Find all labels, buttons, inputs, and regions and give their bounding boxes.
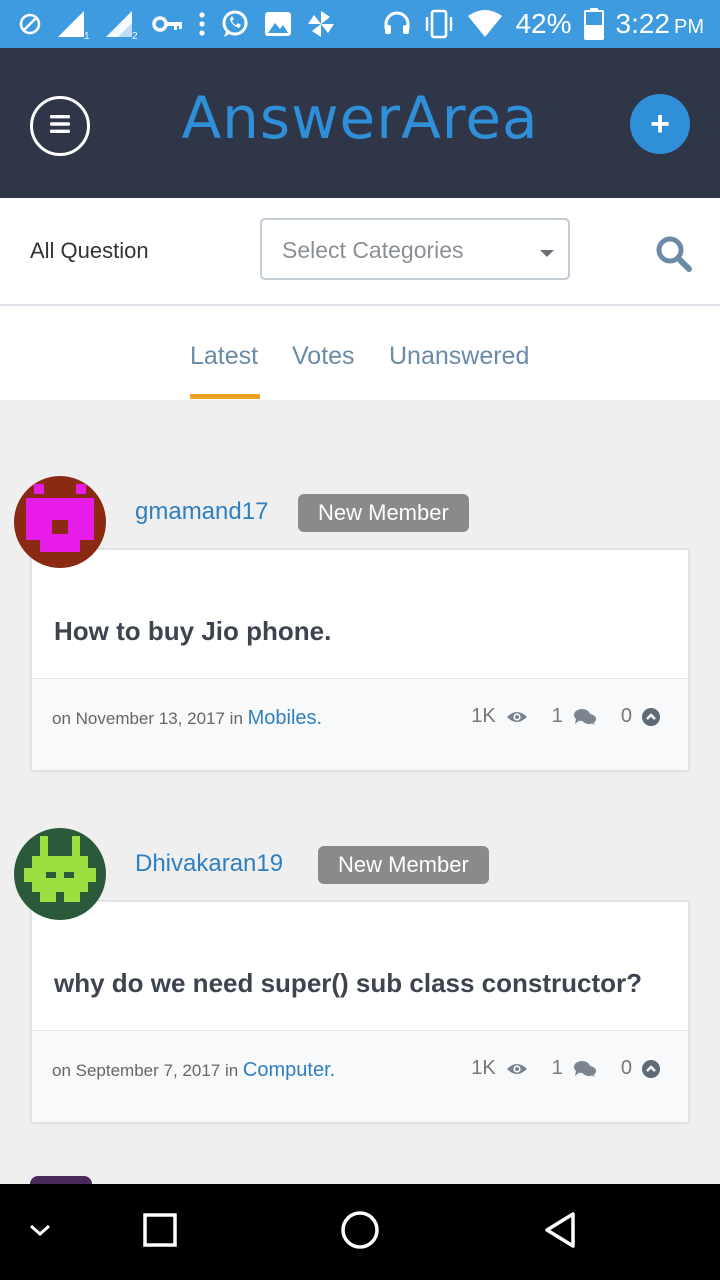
question-title[interactable]: why do we need super() sub class constru… [54,968,642,999]
avatar[interactable] [14,828,106,920]
battery-icon [583,8,604,40]
eye-icon [506,710,528,724]
search-button[interactable] [654,234,694,274]
answers-stat: 1 [552,1057,597,1080]
vibrate-icon [423,8,455,40]
question-meta: on September 7, 2017 in Computer. [52,1059,335,1082]
clock: 3:22 PM [616,8,705,40]
filter-bar: All Question Select Categories [0,198,720,306]
views-count: 1K [471,705,496,727]
whatsapp-icon [220,8,250,40]
blocked-icon [18,8,42,40]
signal-icon: 1 [56,8,90,40]
signal-icon: 2 [104,8,138,40]
views-stat: 1K [471,1057,527,1080]
all-question-label: All Question [30,238,149,263]
key-icon [152,8,184,40]
headset-icon [383,8,411,40]
member-badge: New Member [318,846,489,884]
caret-down-icon [540,250,554,257]
plus-icon: + [650,104,670,143]
avatar[interactable] [14,476,106,568]
views-count: 1K [471,1057,496,1079]
category-select-placeholder: Select Categories [282,237,464,263]
question-meta: on November 13, 2017 in Mobiles. [52,707,322,730]
app-logo[interactable]: AnswerArea [0,84,720,152]
pinwheel-icon [306,8,336,40]
answers-stat: 1 [552,705,597,728]
chevron-up-circle-icon[interactable] [642,1059,660,1078]
chevron-up-circle-icon[interactable] [642,707,660,726]
square-icon [143,1212,177,1252]
question-footer: on November 13, 2017 in Mobiles. 1K 1 0 [32,678,688,770]
tab-latest[interactable]: Latest [190,342,258,371]
answers-count: 1 [551,705,563,727]
system-nav-bar [0,1184,720,1280]
status-bar-left: 1 2 [18,8,336,40]
question-card[interactable]: why do we need super() sub class constru… [30,900,690,1122]
question-stats: 1K 1 0 [457,705,660,728]
member-badge: New Member [298,494,469,532]
votes-count: 0 [620,705,632,727]
battery-percent: 42% [515,8,572,39]
sort-tabs: Latest Votes Unanswered [0,306,720,400]
circle-icon [340,1210,380,1255]
views-stat: 1K [471,705,527,728]
more-vert-icon [198,8,206,40]
question-category[interactable]: Mobiles. [248,707,322,729]
question-date: on September 7, 2017 in [52,1061,239,1080]
votes-stat: 0 [621,705,660,728]
question-author[interactable]: Dhivakaran19 [135,850,283,878]
app-header: AnswerArea + [0,48,720,198]
question-card[interactable]: How to buy Jio phone. on November 13, 20… [30,548,690,770]
nav-back-button[interactable] [530,1184,590,1280]
clock-period: PM [674,16,704,38]
comments-icon [573,708,597,726]
sim1-label: 1 [84,31,90,39]
avatar [30,1176,92,1184]
status-bar-right: 42% 3:22 PM [383,6,704,42]
question-category[interactable]: Computer. [243,1059,335,1081]
status-bar: 1 2 42% 3:22 PM [0,0,720,48]
nav-recents-button[interactable] [130,1184,190,1280]
votes-stat: 0 [621,1057,660,1080]
image-icon [264,8,292,40]
chevron-down-icon [28,1222,52,1243]
tab-active-indicator [190,394,260,399]
question-footer: on September 7, 2017 in Computer. 1K 1 0 [32,1030,688,1122]
triangle-back-icon [543,1211,577,1254]
comments-icon [573,1060,597,1078]
nav-hide-button[interactable] [10,1184,70,1280]
sim2-label: 2 [132,31,138,39]
add-question-button[interactable]: + [630,94,690,154]
question-date: on November 13, 2017 in [52,709,243,728]
question-author[interactable]: gmamand17 [135,498,268,526]
category-select[interactable]: Select Categories [260,218,570,280]
avatar-image [14,476,106,568]
search-icon [654,236,694,278]
eye-icon [506,1062,528,1076]
question-stats: 1K 1 0 [457,1057,660,1080]
tab-unanswered[interactable]: Unanswered [389,342,529,371]
question-title[interactable]: How to buy Jio phone. [54,616,331,647]
votes-count: 0 [620,1057,632,1079]
answers-count: 1 [551,1057,563,1079]
clock-time: 3:22 [615,8,671,39]
avatar-image [14,828,106,920]
wifi-icon [467,8,503,40]
nav-home-button[interactable] [330,1184,390,1280]
tab-votes[interactable]: Votes [292,342,355,371]
